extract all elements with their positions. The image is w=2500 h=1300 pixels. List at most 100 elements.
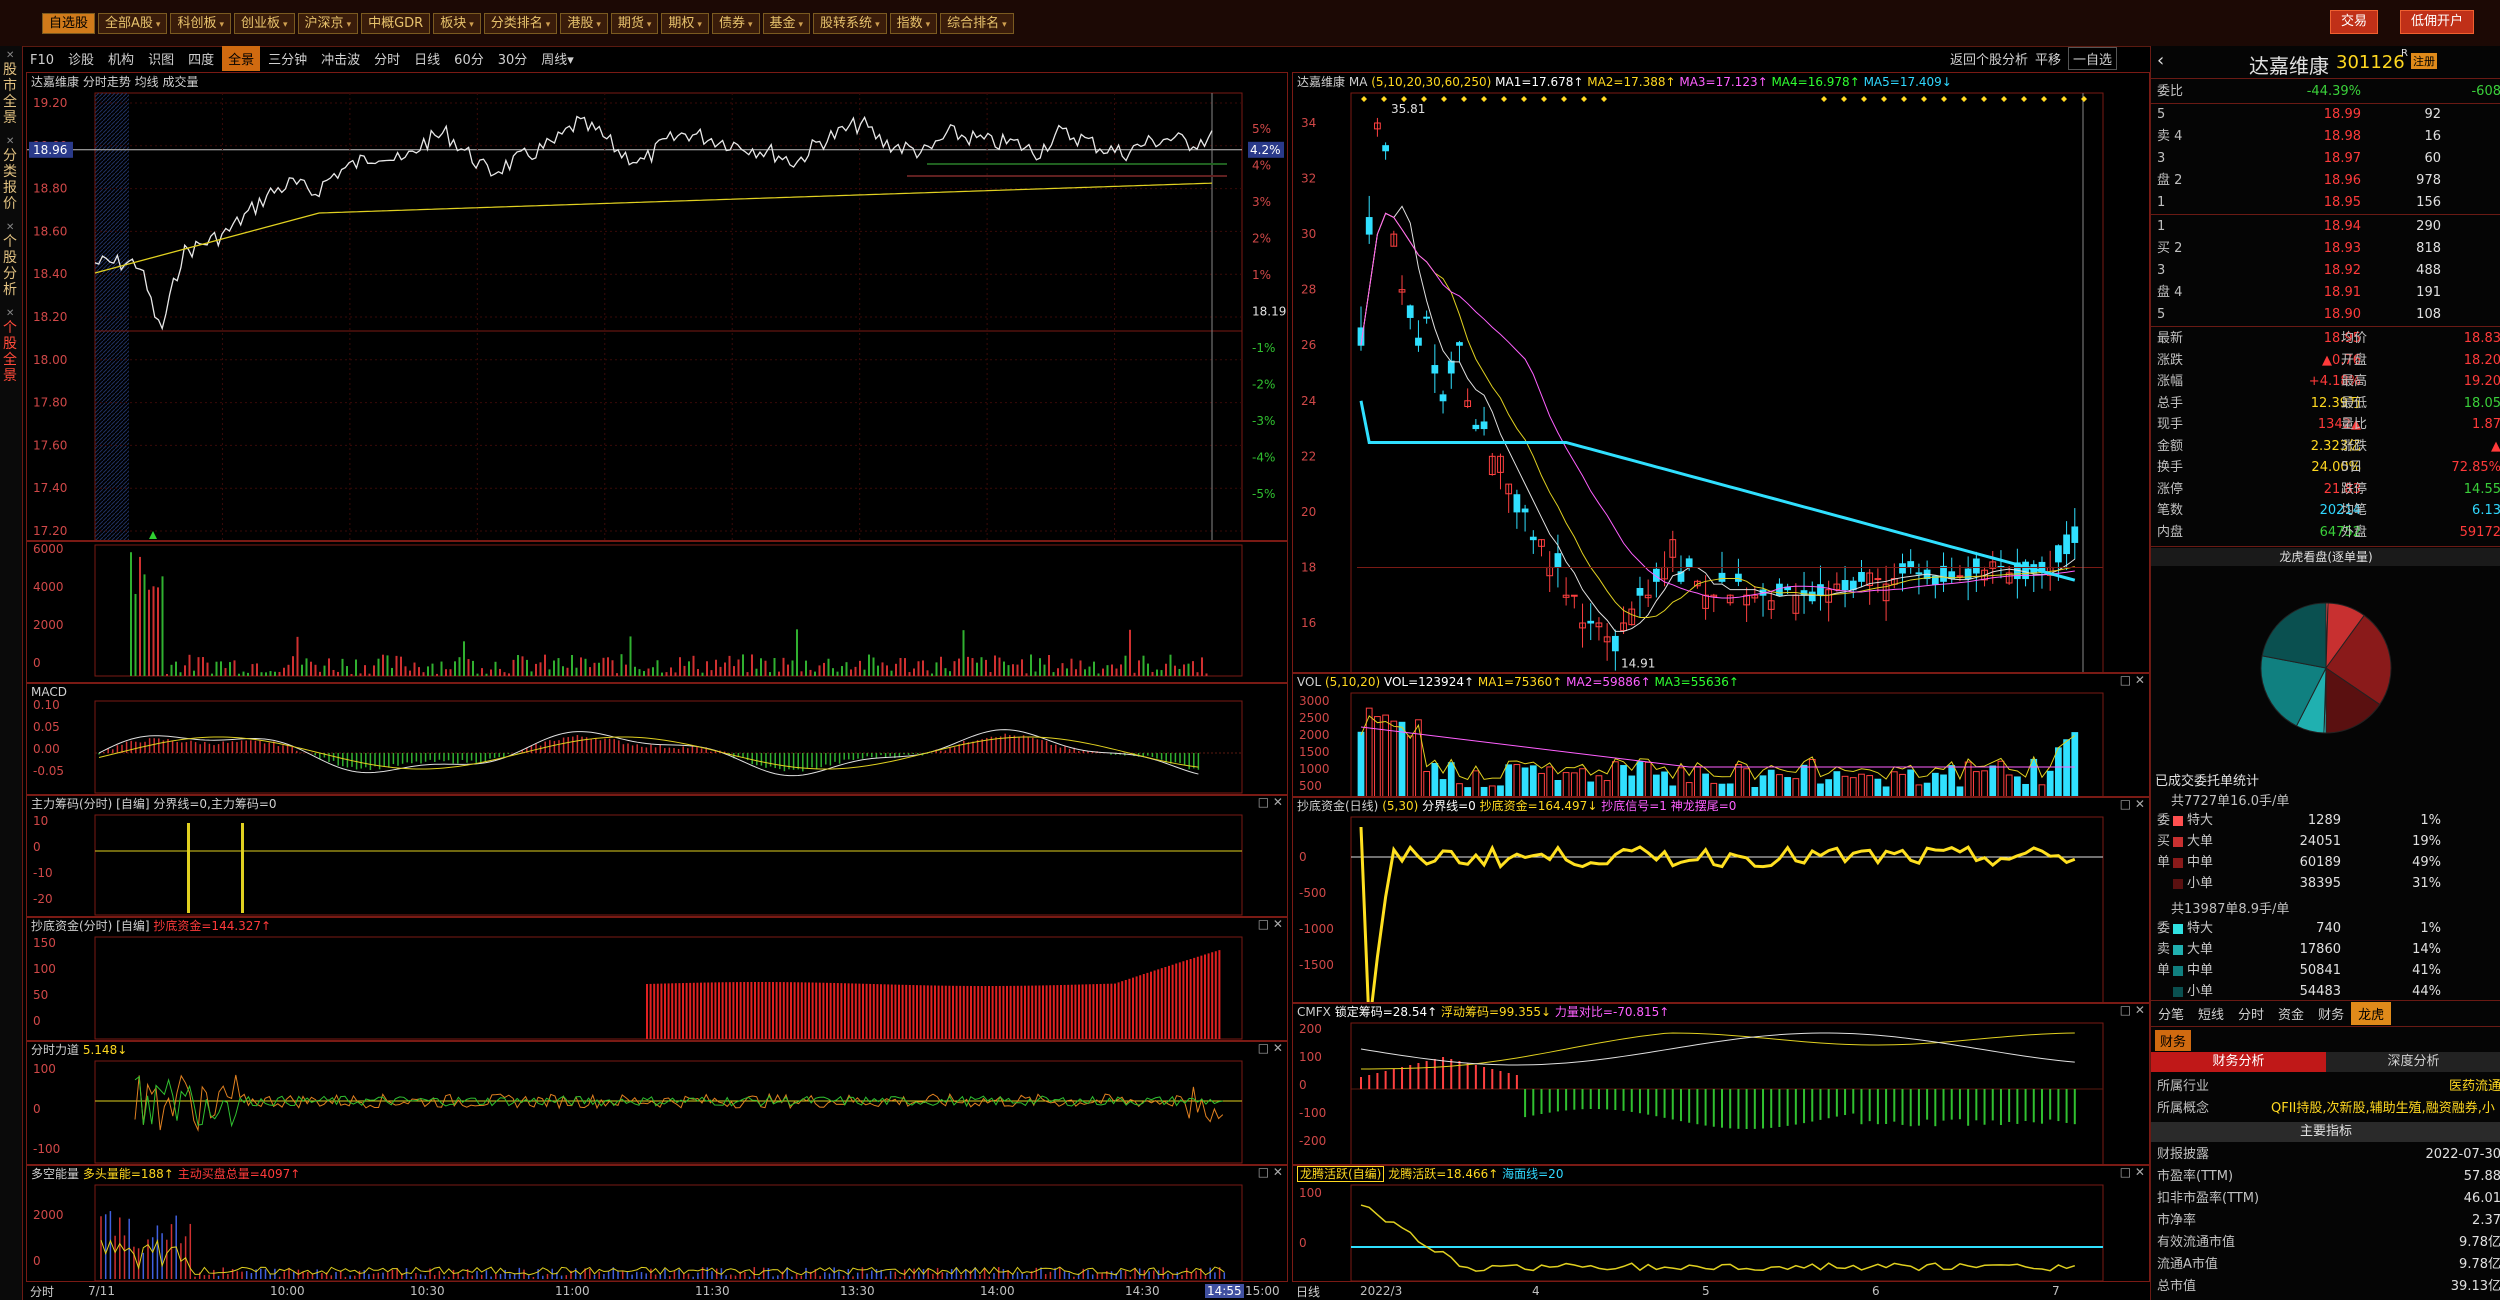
quote-subtab-1[interactable]: 短线 xyxy=(2191,1002,2231,1025)
panel-controls[interactable]: □ ✕ xyxy=(1258,1165,1283,1179)
chart-mode-6[interactable]: 三分钟 xyxy=(262,46,313,71)
stock-code: 301126 xyxy=(2336,52,2405,73)
daily-kline-panel[interactable]: 达嘉维康 MA (5,10,20,30,60,250) MA1=17.678↑ … xyxy=(1292,72,2150,674)
stat-value: 1.87 xyxy=(2472,417,2500,432)
quote-subtab-5[interactable]: 龙虎 xyxy=(2351,1002,2392,1025)
panel-controls[interactable]: □ ✕ xyxy=(1258,795,1283,809)
quote-subtab-2[interactable]: 分时 xyxy=(2231,1002,2271,1025)
stat-value: 6.13 xyxy=(2472,503,2500,518)
main-chips-header[interactable]: 主力筹码(分时) [自编] 分界线=0,主力筹码=0 xyxy=(27,795,1287,813)
force-header[interactable]: 分时力道 xyxy=(31,1043,79,1057)
close-icon[interactable]: ✕ xyxy=(6,308,14,319)
candle-body xyxy=(1915,572,1923,575)
market-button-8[interactable]: 港股 ▾ xyxy=(560,13,608,34)
leftnav-item-3[interactable]: 个股全景 xyxy=(2,320,18,384)
indicator-value: MA5=17.409↓ xyxy=(1863,75,1952,89)
pct-tick-label: -1% xyxy=(1252,341,1275,355)
market-button-0[interactable]: 自选股 xyxy=(42,13,96,34)
ma-selector[interactable]: MA xyxy=(1349,75,1368,89)
flat-move-button[interactable]: 平移 xyxy=(2035,49,2061,68)
chart-mode-10[interactable]: 60分 xyxy=(448,46,490,71)
daily-bottom-fund-selector[interactable]: 抄底资金(日线) xyxy=(1297,799,1378,813)
open-account-button[interactable]: 低佣开户 xyxy=(2400,10,2475,34)
back-to-analysis-button[interactable]: 返回个股分析 xyxy=(1950,49,2028,68)
market-button-6[interactable]: 板块 ▾ xyxy=(433,13,481,34)
deep-analysis-tab[interactable]: 深度分析 xyxy=(2326,1052,2500,1072)
panel-controls[interactable]: □ ✕ xyxy=(2120,1003,2145,1017)
dvol-bar xyxy=(2046,770,2054,797)
finance-analysis-tab[interactable]: 财务分析 xyxy=(2151,1052,2326,1072)
intraday-period-button[interactable]: 分时 xyxy=(30,1283,54,1300)
chart-mode-4[interactable]: 四度 xyxy=(182,46,220,71)
finance-tab[interactable]: 财务 xyxy=(2155,1030,2192,1051)
market-button-13[interactable]: 股转系统 ▾ xyxy=(813,13,887,34)
market-button-10[interactable]: 期权 ▾ xyxy=(661,13,709,34)
leftnav-item-0[interactable]: 股市全景 xyxy=(2,62,18,126)
market-button-2[interactable]: 科创板 ▾ xyxy=(170,13,231,34)
quote-subtab-3[interactable]: 资金 xyxy=(2271,1002,2311,1025)
vol-selector[interactable]: VOL xyxy=(1297,675,1321,689)
panel-controls[interactable]: □ ✕ xyxy=(1258,1041,1283,1055)
market-button-1[interactable]: 全部A股 ▾ xyxy=(98,13,168,34)
force-line xyxy=(134,1074,1224,1132)
chart-mode-3[interactable]: 识图 xyxy=(142,46,180,71)
panel-controls[interactable]: □ ✕ xyxy=(2120,673,2145,687)
trade-button[interactable]: 交易 xyxy=(2330,10,2379,34)
cmfx-selector[interactable]: CMFX xyxy=(1297,1005,1331,1019)
intraday-price-panel[interactable]: 达嘉维康 分时走势 均线 成交量 19.2019.0018.8018.6018.… xyxy=(26,72,1288,542)
leftnav-item-2[interactable]: 个股分析 xyxy=(2,234,18,298)
chevron-down-icon: ▾ xyxy=(747,20,753,30)
market-button-9[interactable]: 期货 ▾ xyxy=(610,13,659,34)
watchlist-dropdown[interactable]: 一自选 xyxy=(2068,47,2118,70)
market-button-15[interactable]: 综合排名 ▾ xyxy=(940,13,1014,34)
dvol-bar xyxy=(1890,771,1898,797)
chart-mode-8[interactable]: 分时 xyxy=(368,46,406,71)
bottom-fund-header[interactable]: 抄底资金(分时) [自编] xyxy=(31,919,150,933)
dvol-bar xyxy=(2013,776,2021,797)
weibi-label: 委比 xyxy=(2157,84,2184,99)
market-button-11[interactable]: 债券 ▾ xyxy=(711,13,760,34)
dvol-bar xyxy=(1554,779,1562,797)
finance-label: 财报披露 xyxy=(2157,1147,2210,1162)
back-arrow-icon[interactable]: ‹ xyxy=(2157,50,2164,71)
market-button-4[interactable]: 沪深京 ▾ xyxy=(297,13,359,34)
market-button-7[interactable]: 分类排名 ▾ xyxy=(483,13,558,34)
chart-mode-5[interactable]: 全景 xyxy=(222,46,261,71)
dragon-selector[interactable]: 龙腾活跃(自编) xyxy=(1297,1166,1385,1182)
quote-subtab-4[interactable]: 财务 xyxy=(2311,1002,2351,1025)
energy-value-1: 多头量能=188↑ xyxy=(82,1167,174,1181)
panel-controls[interactable]: □ ✕ xyxy=(2120,1165,2145,1179)
market-button-3[interactable]: 创业板 ▾ xyxy=(234,13,295,34)
leftnav-item-1[interactable]: 分类报价 xyxy=(2,148,18,212)
band xyxy=(927,163,1227,165)
market-button-14[interactable]: 指数 ▾ xyxy=(889,13,938,34)
market-button-5[interactable]: 中概GDR xyxy=(361,13,431,34)
weibi-row: 委比 -44.39% -608 xyxy=(2151,81,2500,102)
chart-mode-11[interactable]: 30分 xyxy=(492,46,534,71)
concept-value[interactable]: QFII持股,次新股,辅助生殖,融资融券,小 xyxy=(2271,1098,2495,1119)
macd-header[interactable]: MACD xyxy=(27,683,1287,701)
chart-mode-2[interactable]: 机构 xyxy=(102,46,140,71)
buy-price: 18.90 xyxy=(2323,307,2361,322)
energy-header[interactable]: 多空能量 xyxy=(31,1167,79,1181)
close-icon[interactable]: ✕ xyxy=(6,50,14,61)
daily-period-button[interactable]: 日线 xyxy=(1296,1283,1320,1300)
chart-mode-9[interactable]: 日线 xyxy=(408,46,446,71)
industry-value[interactable]: 医药流通 xyxy=(2449,1076,2500,1097)
dvol-bar xyxy=(1661,771,1668,797)
ma-params: (5,10,20,30,60,250) xyxy=(1371,75,1492,89)
chart-mode-7[interactable]: 冲击波 xyxy=(315,46,366,71)
daily-header: 达嘉维康 MA (5,10,20,30,60,250) MA1=17.678↑ … xyxy=(1293,73,2149,91)
kline-tick-label: 32 xyxy=(1301,172,1316,186)
quote-subtab-0[interactable]: 分笔 xyxy=(2151,1002,2191,1025)
panel-controls[interactable]: □ ✕ xyxy=(2120,797,2145,811)
close-icon[interactable]: ✕ xyxy=(6,136,14,147)
close-icon[interactable]: ✕ xyxy=(6,222,14,233)
chart-mode-12[interactable]: 周线▾ xyxy=(535,46,580,71)
energy-panel: 多空能量 多头量能=188↑ 主动买盘总量=4097↑ □ ✕ 2000 0 xyxy=(26,1164,1288,1282)
chart-mode-1[interactable]: 诊股 xyxy=(62,46,100,71)
market-button-12[interactable]: 基金 ▾ xyxy=(762,13,811,34)
dvol-bar xyxy=(1677,767,1685,797)
chart-mode-0[interactable]: F10 xyxy=(24,50,60,71)
panel-controls[interactable]: □ ✕ xyxy=(1258,917,1283,931)
